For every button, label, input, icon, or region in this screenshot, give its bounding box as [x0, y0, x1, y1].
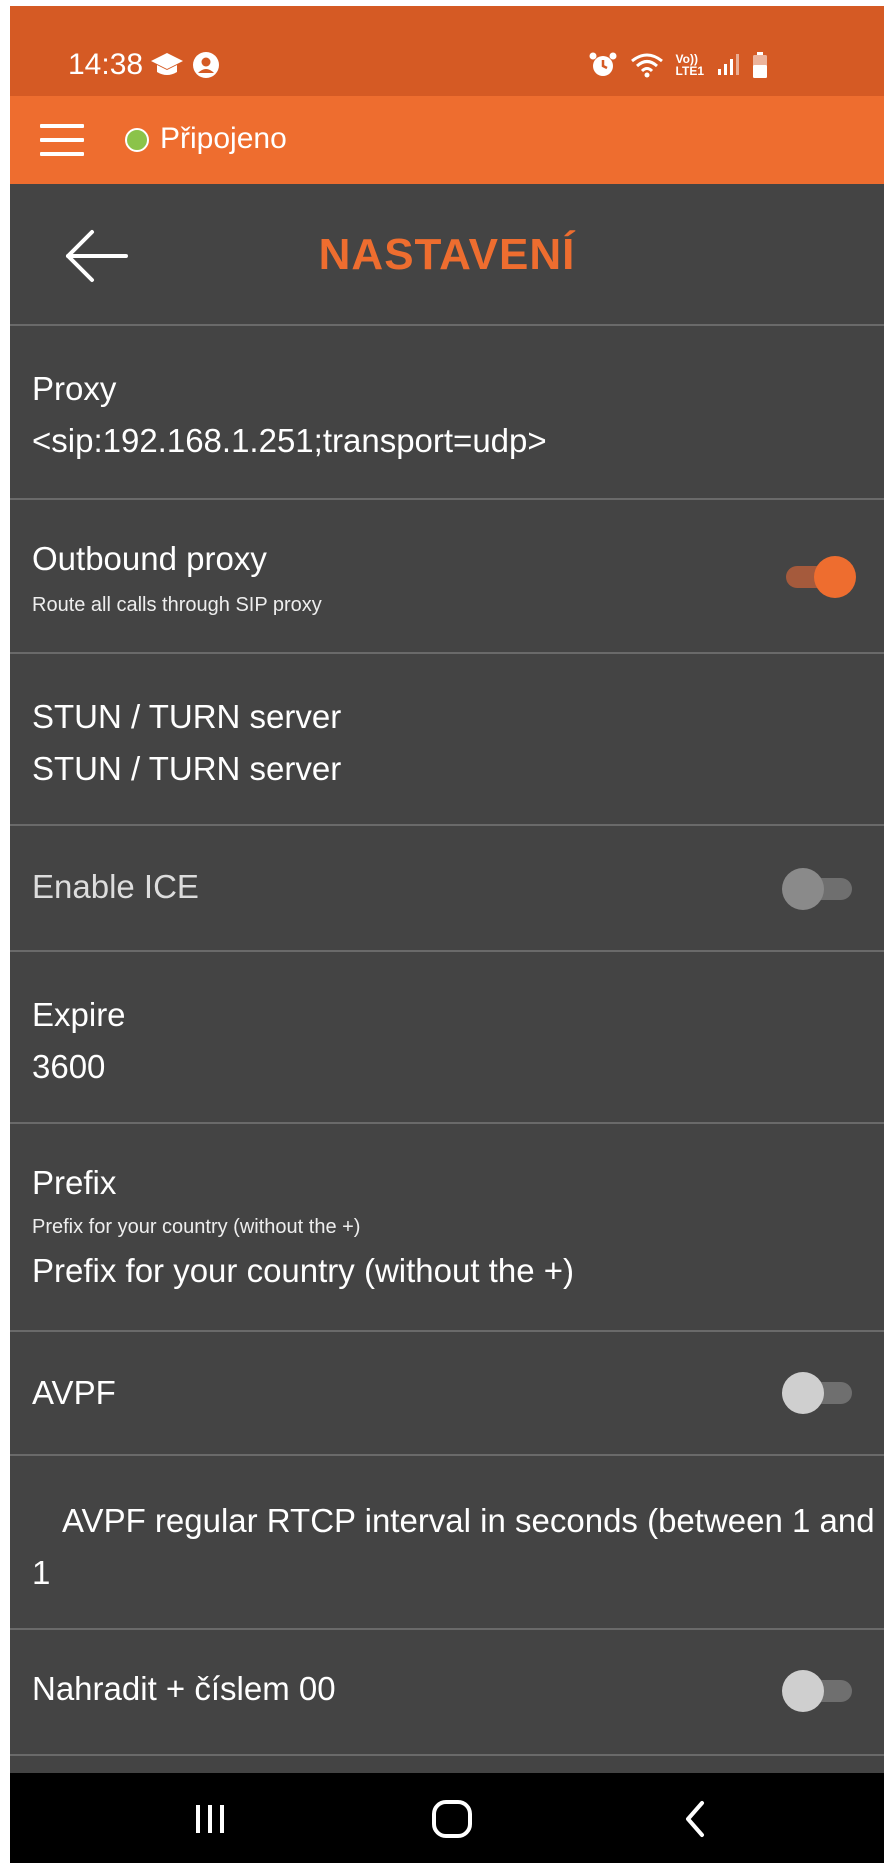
- settings-list: Proxy <sip:192.168.1.251;transport=udp> …: [10, 326, 884, 1756]
- system-back-button[interactable]: [666, 1791, 726, 1847]
- toggle-thumb: [814, 556, 856, 598]
- account-circle-icon: [193, 52, 219, 78]
- setting-expire[interactable]: Expire 3600: [10, 952, 884, 1124]
- setting-avpf[interactable]: AVPF: [10, 1332, 884, 1456]
- enable-ice-toggle[interactable]: [782, 868, 854, 910]
- menu-button[interactable]: [40, 118, 84, 162]
- toggle-thumb: [782, 1372, 824, 1414]
- setting-summary: Prefix for your country (without the +): [32, 1216, 361, 1238]
- setting-title: Expire: [32, 996, 126, 1033]
- setting-title: Outbound proxy: [32, 540, 267, 577]
- hamburger-icon-line: [40, 138, 84, 142]
- setting-value: STUN / TURN server: [32, 750, 342, 787]
- alarm-icon: [589, 52, 617, 76]
- setting-value: 3600: [32, 1048, 106, 1085]
- connection-status-dot: [125, 128, 149, 152]
- setting-prefix[interactable]: Prefix Prefix for your country (without …: [10, 1124, 884, 1332]
- phone-screen: 14:38 Vo)) LTE1 Připojeno NASTAVENÍ Prox…: [10, 6, 884, 1863]
- setting-title: Enable ICE: [32, 868, 199, 905]
- hamburger-icon-line: [40, 152, 84, 156]
- recent-apps-icon: [196, 1805, 224, 1833]
- signal-icon: [718, 54, 739, 75]
- setting-value: Prefix for your country (without the +): [32, 1252, 574, 1289]
- setting-title: Prefix: [32, 1164, 117, 1201]
- setting-title: Proxy: [32, 370, 117, 407]
- outbound-proxy-toggle[interactable]: [786, 556, 856, 598]
- setting-summary: Route all calls through SIP proxy: [32, 594, 322, 616]
- setting-proxy[interactable]: Proxy <sip:192.168.1.251;transport=udp>: [10, 326, 884, 500]
- setting-title: AVPF: [32, 1374, 116, 1411]
- status-right-icons: Vo)) LTE1: [588, 50, 768, 80]
- setting-title: AVPF regular RTCP interval in seconds (b…: [62, 1502, 884, 1539]
- lte-label: LTE1: [675, 64, 704, 78]
- setting-title: STUN / TURN server: [32, 698, 342, 735]
- battery-icon: [753, 52, 767, 78]
- setting-replace-plus[interactable]: Nahradit + číslem 00: [10, 1630, 884, 1756]
- setting-enable-ice[interactable]: Enable ICE: [10, 826, 884, 952]
- recent-apps-button[interactable]: [180, 1791, 240, 1847]
- system-navigation-bar: [10, 1773, 884, 1863]
- setting-value: <sip:192.168.1.251;transport=udp>: [32, 422, 547, 459]
- avpf-toggle[interactable]: [782, 1372, 854, 1414]
- toggle-thumb: [782, 1670, 824, 1712]
- app-bar: Připojeno: [10, 96, 884, 184]
- setting-stun-turn[interactable]: STUN / TURN server STUN / TURN server: [10, 654, 884, 826]
- setting-avpf-interval[interactable]: AVPF regular RTCP interval in seconds (b…: [10, 1456, 884, 1630]
- setting-outbound-proxy[interactable]: Outbound proxy Route all calls through S…: [10, 500, 884, 654]
- back-icon: [686, 1801, 704, 1837]
- volte-lte-icon: Vo)) LTE1: [676, 53, 704, 77]
- setting-value: 1: [32, 1554, 51, 1591]
- toggle-thumb: [782, 868, 824, 910]
- settings-header: NASTAVENÍ: [10, 184, 884, 326]
- graduation-cap-icon: [151, 53, 183, 75]
- status-left-icons: [150, 50, 220, 80]
- home-icon: [432, 1800, 472, 1838]
- connection-status-label: Připojeno: [160, 122, 287, 155]
- status-bar: 14:38 Vo)) LTE1: [10, 6, 884, 96]
- hamburger-icon: [40, 124, 84, 128]
- wifi-icon: [630, 53, 663, 78]
- setting-title: Nahradit + číslem 00: [32, 1670, 336, 1707]
- page-title: NASTAVENÍ: [318, 230, 576, 279]
- replace-plus-toggle[interactable]: [782, 1670, 854, 1712]
- status-time: 14:38: [68, 48, 144, 81]
- home-button[interactable]: [422, 1791, 482, 1847]
